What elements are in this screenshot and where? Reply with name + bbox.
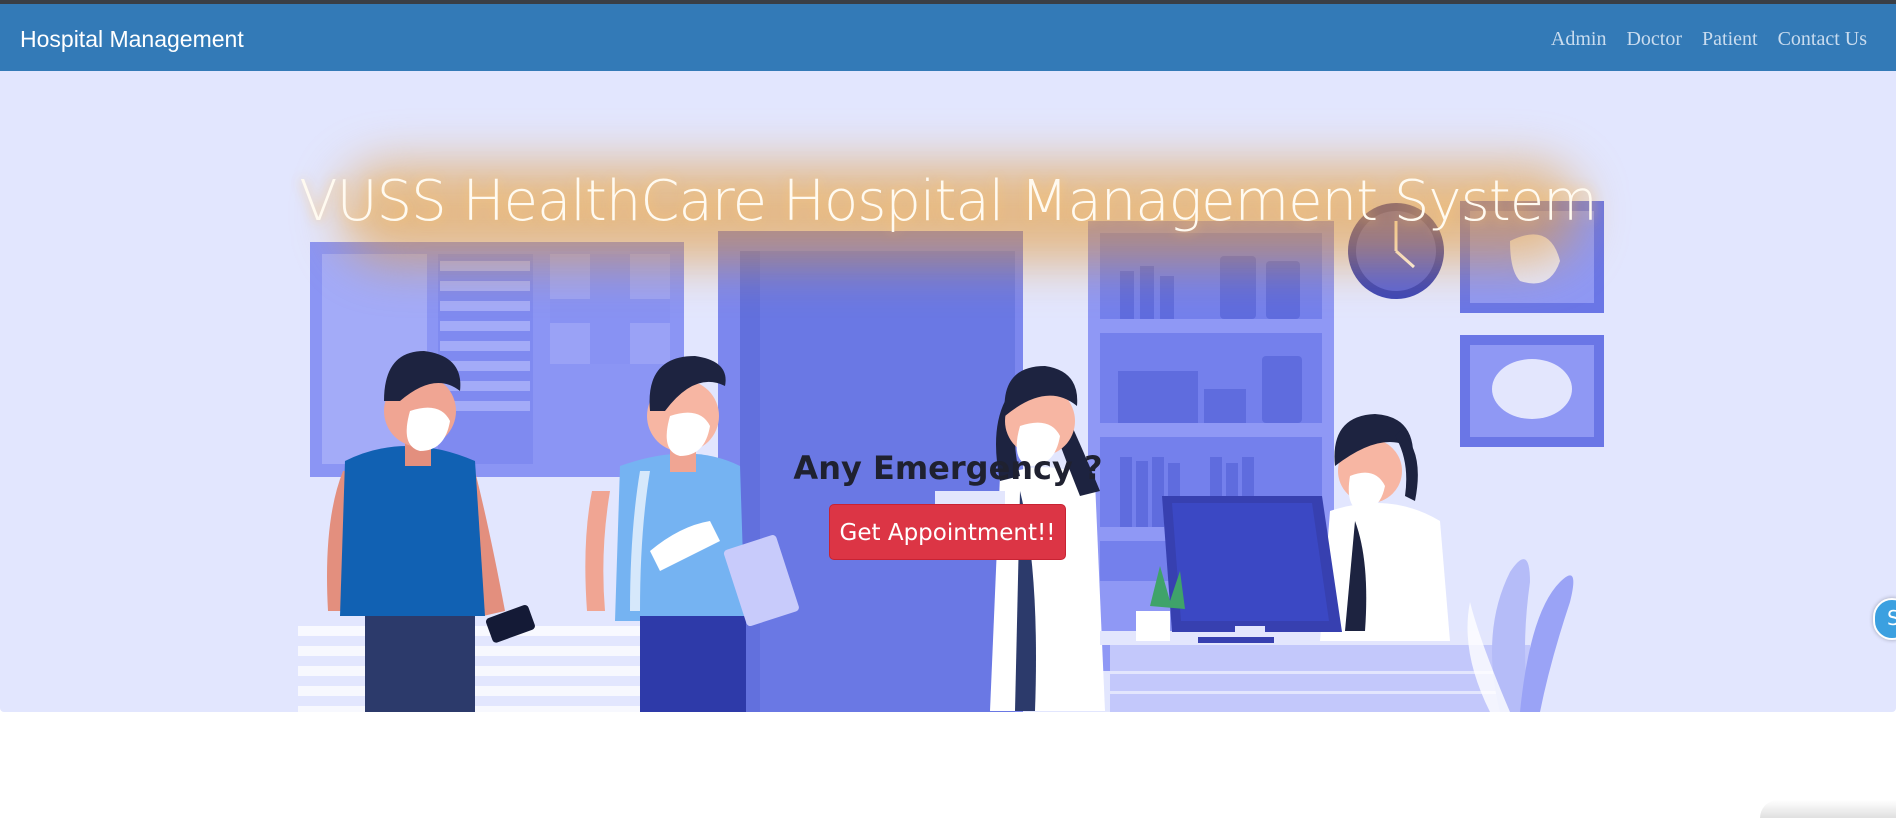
nav-link-patient[interactable]: Patient <box>1702 28 1758 51</box>
nav-link-admin[interactable]: Admin <box>1551 28 1607 51</box>
nav-links: Admin Doctor Patient Contact Us <box>1551 28 1867 51</box>
hero-title: VUSS HealthCare Hospital Management Syst… <box>299 169 1597 234</box>
side-widget-label: S <box>1887 606 1896 630</box>
bottom-corner-shadow <box>1760 800 1896 818</box>
get-appointment-button[interactable]: Get Appointment!! <box>829 504 1066 560</box>
brand-link[interactable]: Hospital Management <box>20 26 244 53</box>
computer-monitor <box>1162 496 1342 643</box>
reception-desk <box>1110 641 1530 712</box>
nav-link-doctor[interactable]: Doctor <box>1626 28 1682 51</box>
emergency-heading: Any Emergency ? <box>793 449 1103 487</box>
top-navbar: Hospital Management Admin Doctor Patient… <box>0 4 1896 71</box>
hero-banner: VUSS HealthCare Hospital Management Syst… <box>0 71 1896 712</box>
nav-link-contact-us[interactable]: Contact Us <box>1778 28 1867 51</box>
